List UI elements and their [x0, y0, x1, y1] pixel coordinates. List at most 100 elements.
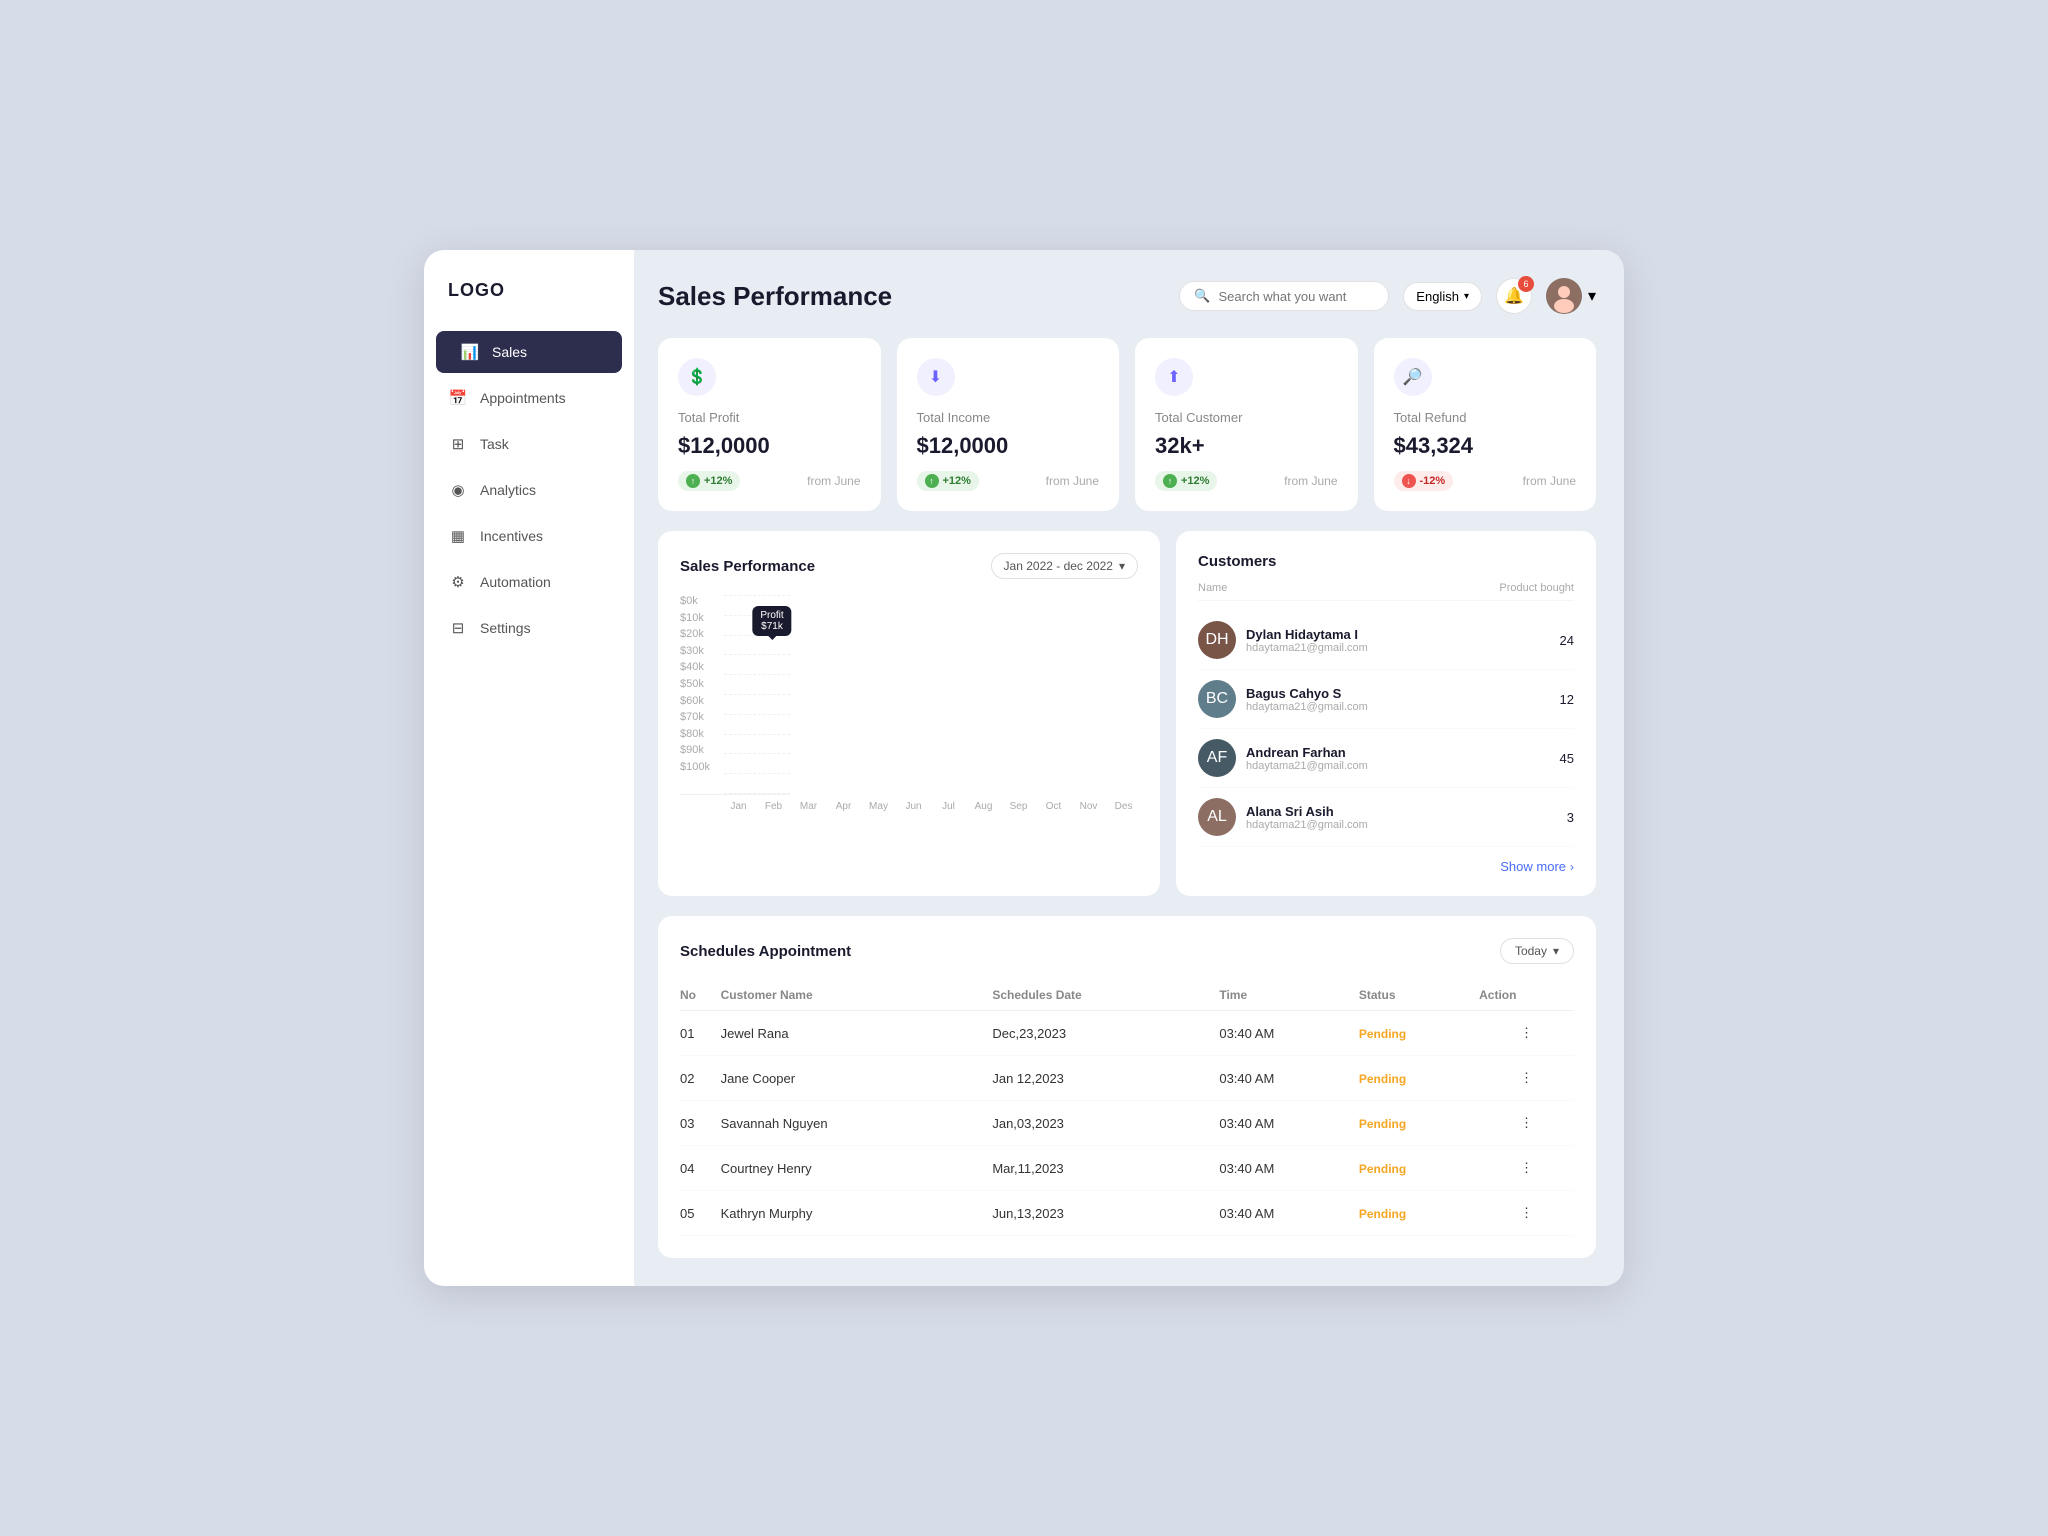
customer-details: Dylan Hidaytama I hdaytama21@gmail.com — [1246, 627, 1368, 654]
customer-name: Dylan Hidaytama I — [1246, 627, 1368, 642]
chevron-right-icon: › — [1570, 860, 1574, 874]
sidebar-item-settings[interactable]: ⊟ Settings — [424, 607, 634, 649]
appointments-header: Schedules Appointment Today ▾ — [680, 938, 1574, 964]
stat-value: $43,324 — [1394, 433, 1577, 459]
bar-chart-container: Profit$71k — [680, 595, 790, 795]
row-date: Mar,11,2023 — [992, 1146, 1219, 1191]
avatar — [1546, 278, 1582, 314]
sidebar-item-incentives[interactable]: ▦ Incentives — [424, 515, 634, 557]
row-name: Kathryn Murphy — [721, 1191, 993, 1236]
customer-bought: 3 — [1567, 810, 1574, 825]
stat-label: Total Refund — [1394, 410, 1577, 425]
arrow-down-icon: ↓ — [1402, 474, 1416, 488]
sidebar-item-label: Analytics — [480, 482, 536, 498]
row-name: Jewel Rana — [721, 1011, 993, 1056]
action-menu-button[interactable]: ⋮ — [1479, 1101, 1574, 1146]
status-badge: Pending — [1359, 1027, 1406, 1041]
chart-x-label: Des — [1109, 801, 1138, 812]
stat-from: from June — [807, 474, 860, 488]
sidebar-item-task[interactable]: ⊞ Task — [424, 423, 634, 465]
col-status: Status — [1359, 980, 1479, 1011]
customer-info: AL Alana Sri Asih hdaytama21@gmail.com — [1198, 798, 1368, 836]
chart-x-label: Jun — [899, 801, 928, 812]
action-menu-button[interactable]: ⋮ — [1479, 1191, 1574, 1236]
grid-line — [724, 734, 790, 735]
date-range-label: Jan 2022 - dec 2022 — [1004, 559, 1113, 573]
chevron-down-icon: ▾ — [1553, 944, 1559, 958]
stat-card-total-customer: ⬆ Total Customer 32k+ ↑ +12% from June — [1135, 338, 1358, 511]
stat-icon: ⬆ — [1155, 358, 1193, 396]
sidebar-item-label: Appointments — [480, 390, 566, 406]
col-no: No — [680, 980, 721, 1011]
sidebar-nav: 📊 Sales 📅 Appointments ⊞ Task ◉ Analytic… — [424, 331, 634, 649]
table-row: 04 Courtney Henry Mar,11,2023 03:40 AM P… — [680, 1146, 1574, 1191]
stat-card-total-refund: 🔎 Total Refund $43,324 ↓ -12% from June — [1374, 338, 1597, 511]
analytics-icon: ◉ — [448, 480, 468, 500]
language-selector[interactable]: English ▾ — [1403, 282, 1482, 311]
stat-card-total-profit: 💲 Total Profit $12,0000 ↑ +12% from June — [658, 338, 881, 511]
customer-row: DH Dylan Hidaytama I hdaytama21@gmail.co… — [1198, 611, 1574, 670]
action-menu-button[interactable]: ⋮ — [1479, 1011, 1574, 1056]
date-range-selector[interactable]: Jan 2022 - dec 2022 ▾ — [991, 553, 1138, 579]
chart-x-label: Aug — [969, 801, 998, 812]
stat-change: ↑ +12% — [917, 471, 979, 491]
sidebar-item-label: Settings — [480, 620, 531, 636]
row-date: Jan 12,2023 — [992, 1056, 1219, 1101]
chevron-down-icon: ▾ — [1119, 559, 1125, 573]
notifications-button[interactable]: 🔔 6 — [1496, 278, 1532, 314]
chart-x-label: Sep — [1004, 801, 1033, 812]
customer-name: Alana Sri Asih — [1246, 804, 1368, 819]
customer-name: Andrean Farhan — [1246, 745, 1368, 760]
col-schedules-date: Schedules Date — [992, 980, 1219, 1011]
stat-footer: ↑ +12% from June — [917, 471, 1100, 491]
sales-icon: 📊 — [460, 342, 480, 362]
stat-icon: ⬇ — [917, 358, 955, 396]
customer-info: AF Andrean Farhan hdaytama21@gmail.com — [1198, 739, 1368, 777]
sidebar-item-automation[interactable]: ⚙ Automation — [424, 561, 634, 603]
customers-header-row: Name Product bought — [1198, 582, 1574, 601]
sidebar-item-label: Automation — [480, 574, 551, 590]
stat-from: from June — [1284, 474, 1337, 488]
grid-line — [724, 654, 790, 655]
appointments-title: Schedules Appointment — [680, 943, 851, 960]
grid-line — [724, 753, 790, 754]
stat-card-total-income: ⬇ Total Income $12,0000 ↑ +12% from June — [897, 338, 1120, 511]
automation-icon: ⚙ — [448, 572, 468, 592]
sidebar-item-sales[interactable]: 📊 Sales — [436, 331, 622, 373]
chart-x-labels: JanFebMarAprMayJunJulAugSepOctNovDes — [680, 801, 1138, 812]
action-menu-button[interactable]: ⋮ — [1479, 1056, 1574, 1101]
search-box[interactable]: 🔍 — [1179, 281, 1389, 311]
arrow-up-icon: ↑ — [1163, 474, 1177, 488]
grid-line — [724, 674, 790, 675]
chart-x-label: Oct — [1039, 801, 1068, 812]
appointments-table: NoCustomer NameSchedules DateTimeStatusA… — [680, 980, 1574, 1236]
stat-cards: 💲 Total Profit $12,0000 ↑ +12% from June… — [658, 338, 1596, 511]
customer-bought: 12 — [1560, 692, 1574, 707]
avatar-initials: DH — [1198, 621, 1236, 659]
sidebar-item-analytics[interactable]: ◉ Analytics — [424, 469, 634, 511]
customer-avatar: AF — [1198, 739, 1236, 777]
chart-x-label: Nov — [1074, 801, 1103, 812]
today-filter[interactable]: Today ▾ — [1500, 938, 1574, 964]
user-avatar-button[interactable]: ▾ — [1546, 278, 1596, 314]
search-input[interactable] — [1218, 289, 1374, 304]
customer-name: Bagus Cahyo S — [1246, 686, 1368, 701]
row-date: Jun,13,2023 — [992, 1191, 1219, 1236]
row-time: 03:40 AM — [1219, 1191, 1359, 1236]
table-row: 02 Jane Cooper Jan 12,2023 03:40 AM Pend… — [680, 1056, 1574, 1101]
row-time: 03:40 AM — [1219, 1011, 1359, 1056]
settings-icon: ⊟ — [448, 618, 468, 638]
customer-avatar: DH — [1198, 621, 1236, 659]
stat-from: from June — [1523, 474, 1576, 488]
stat-footer: ↑ +12% from June — [678, 471, 861, 491]
customers-list: DH Dylan Hidaytama I hdaytama21@gmail.co… — [1198, 611, 1574, 847]
table-row: 05 Kathryn Murphy Jun,13,2023 03:40 AM P… — [680, 1191, 1574, 1236]
row-no: 04 — [680, 1146, 721, 1191]
action-menu-button[interactable]: ⋮ — [1479, 1146, 1574, 1191]
sidebar-item-appointments[interactable]: 📅 Appointments — [424, 377, 634, 419]
stat-label: Total Profit — [678, 410, 861, 425]
stat-footer: ↑ +12% from June — [1155, 471, 1338, 491]
customer-avatar: AL — [1198, 798, 1236, 836]
show-more-button[interactable]: Show more — [1500, 859, 1566, 874]
row-date: Dec,23,2023 — [992, 1011, 1219, 1056]
